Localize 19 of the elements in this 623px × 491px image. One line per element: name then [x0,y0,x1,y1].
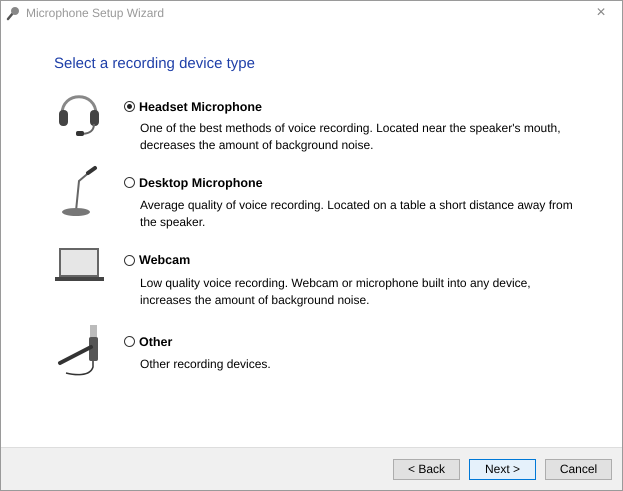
wizard-button[interactable]: Next > [469,458,536,480]
option-label[interactable]: Other [139,334,172,348]
radio-button[interactable] [124,177,135,188]
radio-button[interactable] [124,101,135,112]
option-description: Average quality of voice recording. Located on a table a short distance away from the speaker. [140,197,574,231]
option-description: One of the best methods of voice recording. Located near the speaker's mouth, decreases the amount of background noise. [140,120,562,154]
option-label[interactable]: Headset Microphone [139,100,262,114]
radio-button[interactable] [124,336,135,347]
wizard-button[interactable]: < Back [393,458,460,480]
option-description: Low quality voice recording. Webcam or microphone built into any device, increases the amount of background noise. [140,274,532,308]
radio-button[interactable] [124,254,135,266]
wizard-button[interactable]: Cancel [545,458,612,480]
option-label[interactable]: Desktop Microphone [139,176,263,190]
page-heading: Select a recording device type [54,55,256,72]
close-button[interactable]: × [586,4,616,22]
window-title: Microphone Setup Wizard [26,6,166,20]
option-label[interactable]: Webcam [139,253,190,267]
option-description: Other recording devices. [140,356,272,373]
microphone-icon [5,5,21,21]
